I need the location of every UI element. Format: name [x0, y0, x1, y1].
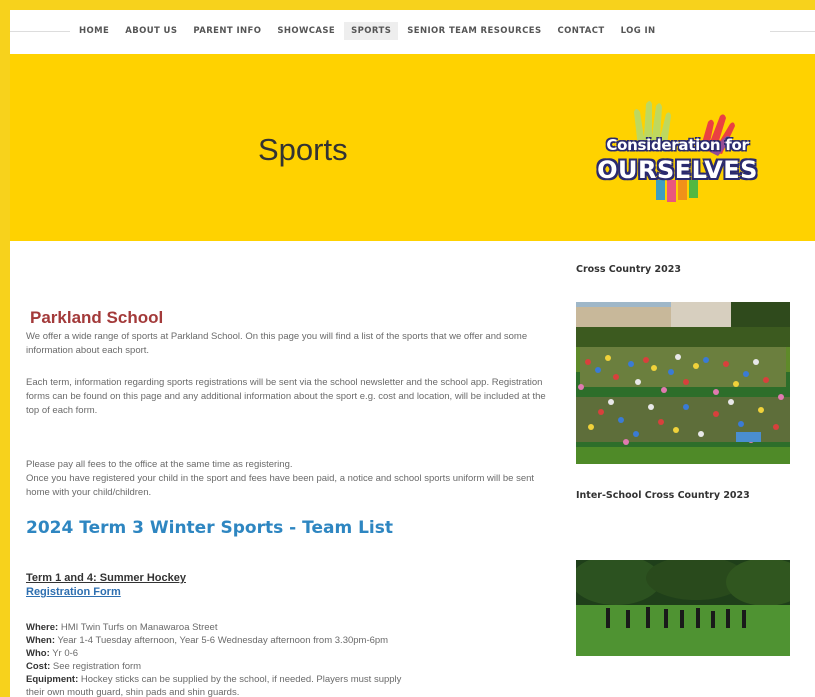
- nav-divider-right: [770, 31, 815, 32]
- uniform-paragraph: Once you have registered your child in t…: [26, 473, 535, 498]
- nav-item-home[interactable]: HOME: [72, 22, 116, 40]
- registration-form-link[interactable]: Registration Form: [26, 586, 121, 598]
- nav-item-contact[interactable]: CONTACT: [550, 22, 611, 40]
- when-label: When:: [26, 635, 56, 646]
- detail-cost: Cost: See registration form: [26, 661, 556, 673]
- inter-school-photo: [576, 560, 790, 656]
- detail-equipment: Equipment: Hockey sticks can be supplied…: [26, 674, 556, 686]
- school-values-logo: Consideration for OURSELVES: [590, 92, 765, 202]
- nav-item-log-in[interactable]: LOG IN: [614, 22, 663, 40]
- sidebar-heading-inter-school: Inter-School Cross Country 2023: [576, 490, 750, 501]
- detail-who: Who: Yr 0-6: [26, 648, 556, 660]
- page-title: Sports: [258, 132, 348, 167]
- detail-where: Where: HMI Twin Turfs on Manawaroa Stree…: [26, 622, 556, 634]
- page-banner: Sports Consideration for OURSELVES: [10, 54, 815, 241]
- nav-item-senior-team-resources[interactable]: SENIOR TEAM RESOURCES: [400, 22, 548, 40]
- equipment-value: Hockey sticks can be supplied by the sch…: [80, 674, 402, 685]
- detail-equipment-cont: their own mouth guard, shin pads and shi…: [26, 687, 240, 697]
- intro-paragraph: We offer a wide range of sports at Parkl…: [26, 331, 528, 356]
- sidebar-heading-cross-country: Cross Country 2023: [576, 264, 681, 275]
- section-heading: Term 1 and 4: Summer Hockey: [26, 572, 186, 584]
- equipment-label: Equipment:: [26, 674, 79, 685]
- nav-item-parent-info[interactable]: PARENT INFO: [186, 22, 268, 40]
- who-label: Who:: [26, 648, 50, 659]
- when-value: Year 1-4 Tuesday afternoon, Year 5-6 Wed…: [57, 635, 389, 646]
- cost-label: Cost:: [26, 661, 51, 672]
- cost-value: See registration form: [52, 661, 142, 672]
- team-list-link[interactable]: 2024 Term 3 Winter Sports - Team List: [26, 518, 393, 538]
- where-label: Where:: [26, 622, 59, 633]
- top-nav: HOME ABOUT US PARENT INFO SHOWCASE SPORT…: [10, 10, 815, 55]
- nav-divider-left: [10, 31, 70, 32]
- where-value: HMI Twin Turfs on Manawaroa Street: [60, 622, 218, 633]
- nav-menu: HOME ABOUT US PARENT INFO SHOWCASE SPORT…: [72, 22, 665, 40]
- fees-paragraph: Please pay all fees to the office at the…: [26, 459, 293, 470]
- detail-when: When: Year 1-4 Tuesday afternoon, Year 5…: [26, 635, 556, 647]
- page: HOME ABOUT US PARENT INFO SHOWCASE SPORT…: [10, 10, 815, 697]
- registration-paragraph: Each term, information regarding sports …: [26, 377, 546, 416]
- cross-country-photo: [576, 302, 790, 464]
- logo-text-bottom: OURSELVES: [597, 156, 758, 184]
- nav-item-showcase[interactable]: SHOWCASE: [270, 22, 342, 40]
- nav-item-about-us[interactable]: ABOUT US: [118, 22, 184, 40]
- nav-item-sports[interactable]: SPORTS: [344, 22, 399, 40]
- school-name-heading: Parkland School: [30, 308, 164, 327]
- main-content: Parkland School We offer a wide range of…: [24, 242, 554, 697]
- who-value: Yr 0-6: [52, 648, 79, 659]
- logo-text-top: Consideration for: [606, 136, 749, 154]
